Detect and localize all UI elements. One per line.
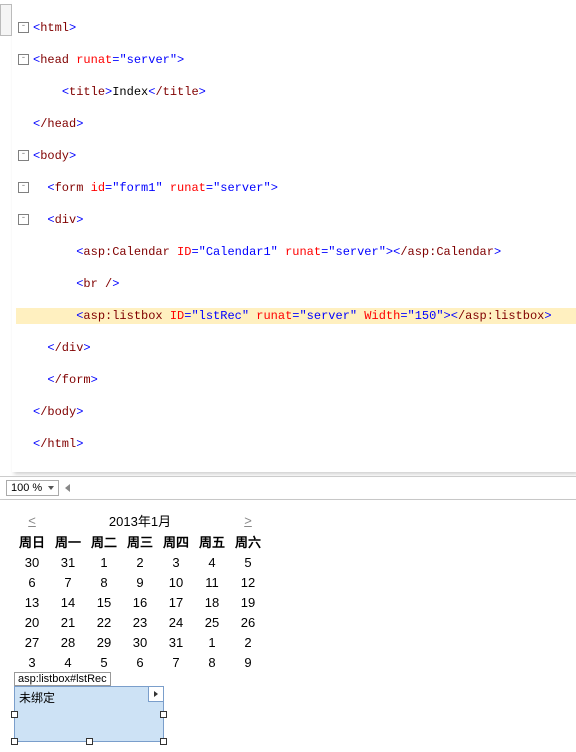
fold-icon[interactable]: -: [18, 22, 29, 33]
resize-handle[interactable]: [86, 738, 93, 745]
resize-handle[interactable]: [11, 738, 18, 745]
calendar-day[interactable]: 3: [14, 652, 50, 672]
calendar-day[interactable]: 3: [158, 552, 194, 572]
resize-handle[interactable]: [160, 738, 167, 745]
calendar-day[interactable]: 30: [122, 632, 158, 652]
calendar-day[interactable]: 7: [50, 572, 86, 592]
calendar-row: 13141516171819: [14, 592, 266, 612]
fold-icon[interactable]: -: [18, 182, 29, 193]
calendar-day[interactable]: 31: [158, 632, 194, 652]
fold-icon[interactable]: -: [18, 54, 29, 65]
calendar-day[interactable]: 5: [86, 652, 122, 672]
tag-calendar: asp:Calendar: [83, 245, 169, 259]
calendar-day[interactable]: 23: [122, 612, 158, 632]
calendar-day[interactable]: 8: [194, 652, 230, 672]
calendar-day[interactable]: 20: [14, 612, 50, 632]
scroll-left-icon[interactable]: [65, 484, 70, 492]
tag-body: body: [40, 149, 69, 163]
calendar-day[interactable]: 29: [86, 632, 122, 652]
fold-icon[interactable]: -: [18, 214, 29, 225]
zoom-bar: 100 %: [0, 476, 576, 500]
calendar-day[interactable]: 27: [14, 632, 50, 652]
tag-title: title: [69, 85, 105, 99]
calendar-day[interactable]: 28: [50, 632, 86, 652]
calendar-day[interactable]: 11: [194, 572, 230, 592]
calendar-day[interactable]: 18: [194, 592, 230, 612]
calendar-day[interactable]: 8: [86, 572, 122, 592]
calendar-row: 3456789: [14, 652, 266, 672]
calendar-day[interactable]: 6: [14, 572, 50, 592]
calendar-control[interactable]: < 2013年1月 > 周日 周一 周二 周三 周四 周五 周六 3031123…: [14, 510, 266, 672]
calendar-day[interactable]: 19: [230, 592, 266, 612]
calendar-day[interactable]: 21: [50, 612, 86, 632]
calendar-day[interactable]: 10: [158, 572, 194, 592]
calendar-day[interactable]: 9: [122, 572, 158, 592]
calendar-day[interactable]: 1: [194, 632, 230, 652]
calendar-header-row: 周日 周一 周二 周三 周四 周五 周六: [14, 531, 266, 552]
resize-handle[interactable]: [160, 711, 167, 718]
listbox-control[interactable]: 未绑定: [14, 686, 164, 742]
calendar-day[interactable]: 16: [122, 592, 158, 612]
calendar-day[interactable]: 12: [230, 572, 266, 592]
designer-tag-label[interactable]: asp:listbox#lstRec: [14, 672, 111, 686]
tag-div: div: [55, 213, 77, 227]
calendar-day[interactable]: 15: [86, 592, 122, 612]
calendar-next[interactable]: >: [230, 510, 266, 531]
calendar-day[interactable]: 25: [194, 612, 230, 632]
calendar-day[interactable]: 14: [50, 592, 86, 612]
tag-listbox: asp:listbox: [83, 309, 162, 323]
highlighted-line[interactable]: <asp:listbox ID="lstRec" runat="server" …: [16, 308, 576, 324]
calendar-title: 2013年1月: [50, 510, 230, 531]
calendar-day[interactable]: 6: [122, 652, 158, 672]
calendar-day[interactable]: 9: [230, 652, 266, 672]
fold-icon[interactable]: -: [18, 150, 29, 161]
calendar-prev[interactable]: <: [14, 510, 50, 531]
calendar-row: 303112345: [14, 552, 266, 572]
tag-html: html: [40, 21, 69, 35]
calendar-day[interactable]: 30: [14, 552, 50, 572]
calendar-day[interactable]: 17: [158, 592, 194, 612]
calendar-day[interactable]: 4: [50, 652, 86, 672]
calendar-day[interactable]: 2: [122, 552, 158, 572]
ruler-left: [0, 4, 12, 36]
zoom-select[interactable]: 100 %: [6, 480, 59, 496]
resize-handle[interactable]: [11, 711, 18, 718]
listbox-unbound-text: 未绑定: [19, 691, 55, 705]
tag-form: form: [55, 181, 84, 195]
calendar-day[interactable]: 31: [50, 552, 86, 572]
calendar-day[interactable]: 2: [230, 632, 266, 652]
calendar-day[interactable]: 1: [86, 552, 122, 572]
calendar-row: 20212223242526: [14, 612, 266, 632]
smart-tag-arrow[interactable]: [148, 686, 164, 702]
code-editor[interactable]: -<html> -<head runat="server"> <title>In…: [12, 0, 576, 472]
calendar-day[interactable]: 5: [230, 552, 266, 572]
calendar-row: 6789101112: [14, 572, 266, 592]
calendar-day[interactable]: 24: [158, 612, 194, 632]
arrow-right-icon: [154, 691, 158, 697]
tag-br: br /: [83, 277, 112, 291]
design-surface[interactable]: < 2013年1月 > 周日 周一 周二 周三 周四 周五 周六 3031123…: [0, 500, 576, 752]
zoom-value: 100 %: [11, 482, 42, 494]
calendar-day[interactable]: 13: [14, 592, 50, 612]
calendar-day[interactable]: 26: [230, 612, 266, 632]
calendar-day[interactable]: 22: [86, 612, 122, 632]
chevron-down-icon: [48, 486, 54, 490]
calendar-row: 272829303112: [14, 632, 266, 652]
calendar-day[interactable]: 4: [194, 552, 230, 572]
tag-head: head: [40, 53, 69, 67]
calendar-day[interactable]: 7: [158, 652, 194, 672]
